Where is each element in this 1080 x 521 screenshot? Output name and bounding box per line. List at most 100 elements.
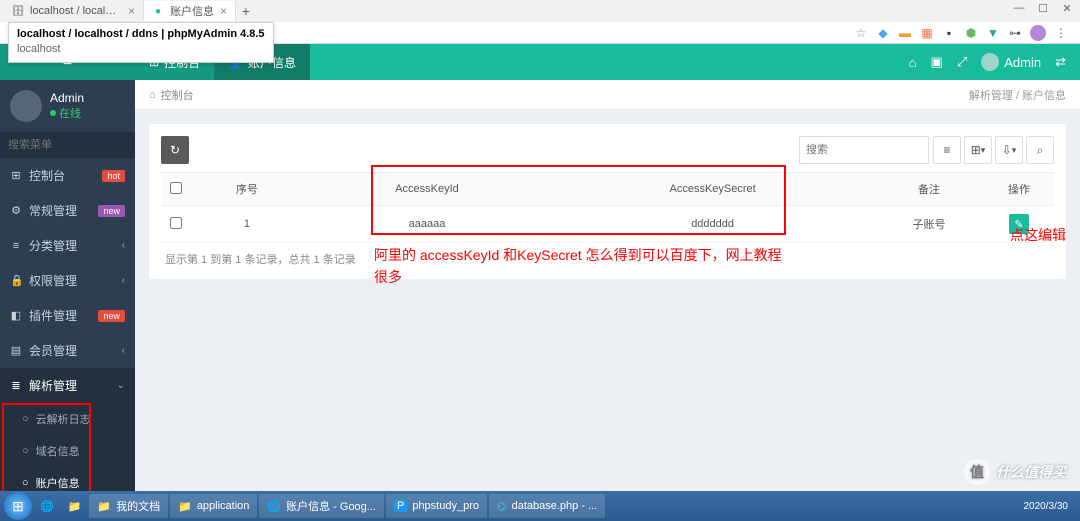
col-action[interactable]: 操作 (984, 173, 1054, 206)
columns-button[interactable]: ≡ (933, 136, 961, 164)
star-icon[interactable]: ☆ (854, 26, 868, 40)
col-accesskeysecret[interactable]: AccessKeySecret (551, 173, 874, 206)
new-tab-button[interactable]: + (236, 3, 256, 19)
maximize-button[interactable]: ☐ (1034, 2, 1052, 15)
list-icon: ≡ (10, 240, 22, 252)
table-row: 1 aaaaaa ddddddd 子账号 ✎ (161, 206, 1054, 243)
member-icon: ▤ (10, 344, 22, 357)
ext-icon[interactable]: ⬢ (964, 26, 978, 40)
sidebar-user: Admin 在线 (0, 80, 135, 132)
toolbar: ↻ ≡ ⊞ ⇩ ⌕ (161, 136, 1054, 164)
watermark-text: 什么值得买 (996, 462, 1066, 482)
col-index[interactable]: 序号 (191, 173, 303, 206)
view-button[interactable]: ⊞ (964, 136, 992, 164)
extension-icons: ☆ ◆ ▬ ▦ ▪ ⬢ ▼ ⊶ ⋮ (854, 25, 1074, 41)
breadcrumb-home[interactable]: 控制台 (161, 87, 194, 103)
taskbar-item[interactable]: 📁application (170, 494, 257, 518)
ext-icon[interactable]: ◆ (876, 26, 890, 40)
home-icon: ⌂ (149, 89, 156, 101)
table-search-input[interactable] (799, 136, 929, 164)
taskbar-item[interactable]: Pphpstudy_pro (386, 494, 487, 518)
body: Admin 在线 🔍 ⊞控制台hot ⚙常规管理new ≡分类管理‹ 🔒权限管理… (0, 80, 1080, 491)
close-icon[interactable]: × (128, 4, 135, 18)
sidebar-item-permission[interactable]: 🔒权限管理‹ (0, 263, 135, 298)
circle-icon: ○ (22, 413, 29, 425)
subnav-dns-log[interactable]: ○云解析日志 (0, 403, 135, 435)
minimize-button[interactable]: — (1010, 2, 1028, 15)
site-icon: ● (152, 5, 164, 17)
grid-icon[interactable]: ▣ (931, 54, 943, 70)
db-icon: 🗄 (12, 5, 24, 17)
sidebar-item-category[interactable]: ≡分类管理‹ (0, 228, 135, 263)
start-button[interactable]: ⊞ (4, 492, 32, 520)
search-input[interactable] (8, 139, 150, 151)
app: ≡ ⊞ 控制台 👤 账户信息 ⌂ ▣ ⤢ Admin ⇄ (0, 44, 1080, 491)
taskbar-item[interactable]: ⌬database.php - ... (489, 494, 605, 518)
data-table: 序号 AccessKeyId AccessKeySecret 备注 操作 1 a… (161, 172, 1054, 243)
fullscreen-icon[interactable]: ⤢ (957, 54, 967, 70)
col-remark[interactable]: 备注 (874, 173, 984, 206)
ext-icon[interactable]: ▪ (942, 26, 956, 40)
content: ⌂ 控制台 解析管理 / 账户信息 ↻ ≡ ⊞ ⇩ ⌕ (135, 80, 1080, 491)
browser-chrome: 🗄 localhost / localhost / ddns | p × ● 账… (0, 0, 1080, 44)
breadcrumb-path: 解析管理 / 账户信息 (969, 87, 1066, 103)
taskbar-explorer[interactable]: 📁 (62, 494, 88, 518)
admin-menu[interactable]: Admin (981, 53, 1041, 71)
sidebar-item-dns[interactable]: ≣解析管理⌄ (0, 368, 135, 403)
sidebar-nav: ⊞控制台hot ⚙常规管理new ≡分类管理‹ 🔒权限管理‹ ◧插件管理new … (0, 158, 135, 403)
tab-title: localhost / localhost / ddns | p (30, 5, 122, 17)
sidebar-subnav: ○云解析日志 ○域名信息 ○账户信息 (0, 403, 135, 491)
taskbar-ie[interactable]: 🌐 (34, 494, 60, 518)
sidebar: Admin 在线 🔍 ⊞控制台hot ⚙常规管理new ≡分类管理‹ 🔒权限管理… (0, 80, 135, 491)
annotation-edit-hint: 点这编辑 (1010, 224, 1066, 246)
chevron-left-icon: ‹ (122, 275, 125, 286)
key-icon[interactable]: ⊶ (1008, 26, 1022, 40)
sidebar-item-plugin[interactable]: ◧插件管理new (0, 298, 135, 333)
taskbar-item[interactable]: 🌐账户信息 - Goog... (259, 494, 384, 518)
browser-tab-phpmyadmin[interactable]: 🗄 localhost / localhost / ddns | p × (4, 1, 144, 21)
annotation-text: 阿里的 accessKeyId 和KeySecret 怎么得到可以百度下，网上教… (374, 244, 784, 289)
avatar (10, 90, 42, 122)
gear-icon: ⚙ (10, 204, 22, 217)
sidebar-search[interactable]: 🔍 (0, 132, 135, 158)
sidebar-item-dashboard[interactable]: ⊞控制台hot (0, 158, 135, 193)
home-icon[interactable]: ⌂ (909, 55, 917, 70)
breadcrumb: ⌂ 控制台 解析管理 / 账户信息 (135, 80, 1080, 110)
cell-accesskeyid: aaaaaa (303, 206, 551, 243)
profile-avatar[interactable] (1030, 25, 1046, 41)
dashboard-icon: ⊞ (10, 169, 22, 182)
tray-time[interactable]: 2020/3/30 (1024, 501, 1069, 512)
refresh-button[interactable]: ↻ (161, 136, 189, 164)
folder-icon: 📁 (178, 500, 192, 513)
ext-icon[interactable]: ▦ (920, 26, 934, 40)
menu-icon[interactable]: ⋮ (1054, 26, 1068, 40)
row-checkbox[interactable] (170, 217, 182, 229)
user-status: 在线 (50, 105, 84, 121)
admin-name: Admin (1004, 55, 1041, 70)
close-icon[interactable]: × (220, 4, 227, 18)
search-button[interactable]: ⌕ (1026, 136, 1054, 164)
sidebar-item-general[interactable]: ⚙常规管理new (0, 193, 135, 228)
vscode-icon: ⌬ (497, 500, 507, 513)
col-accesskeyid[interactable]: AccessKeyId (303, 173, 551, 206)
watermark: 值 什么值得买 (964, 459, 1066, 485)
badge-hot: hot (102, 170, 125, 182)
folder-icon: 📁 (97, 500, 111, 513)
browser-tab-account[interactable]: ● 账户信息 × (144, 1, 236, 21)
chevron-left-icon: ‹ (122, 240, 125, 251)
select-all-checkbox[interactable] (170, 182, 182, 194)
plugin-icon: ◧ (10, 309, 22, 322)
tooltip-title: localhost / localhost / ddns | phpMyAdmi… (17, 27, 265, 42)
close-button[interactable]: ✕ (1058, 2, 1076, 15)
subnav-domain-info[interactable]: ○域名信息 (0, 435, 135, 467)
taskbar-item[interactable]: 📁我的文档 (89, 494, 168, 518)
ext-icon[interactable]: ▬ (898, 26, 912, 40)
status-dot-icon (50, 110, 56, 116)
sidebar-item-member[interactable]: ▤会员管理‹ (0, 333, 135, 368)
shield-icon[interactable]: ▼ (986, 26, 1000, 40)
subnav-account-info[interactable]: ○账户信息 (0, 467, 135, 491)
dns-icon: ≣ (10, 379, 22, 392)
export-button[interactable]: ⇩ (995, 136, 1023, 164)
cell-accesskeysecret: ddddddd (551, 206, 874, 243)
settings-icon[interactable]: ⇄ (1055, 54, 1066, 70)
